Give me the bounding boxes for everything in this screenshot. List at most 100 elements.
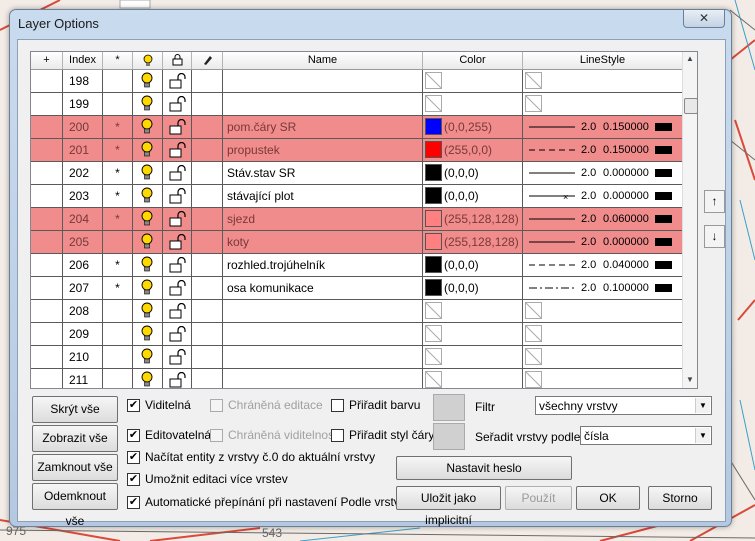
visible-checkbox[interactable]: ✔ Viditelná [127,398,191,412]
color-swatch-empty[interactable] [425,371,442,388]
linestyle-empty[interactable] [525,325,542,342]
layer-color-cell[interactable]: (0,0,0) [423,277,523,299]
layer-linestyle-cell[interactable]: × 2.0 0.000000 [523,185,682,207]
current-marker[interactable] [103,231,133,253]
color-swatch[interactable] [425,233,442,250]
scroll-up-icon[interactable]: ▲ [686,54,694,63]
layer-name[interactable]: koty [223,231,423,253]
lock-toggle[interactable] [163,139,192,161]
row-select-cell[interactable] [31,277,63,299]
layer-linestyle-cell[interactable]: 2.0 0.060000 [523,208,682,230]
current-marker[interactable] [103,93,133,115]
assign-line-checkbox[interactable]: Přiřadit styl čáry [331,428,434,442]
layer-linestyle-cell[interactable]: 2.0 0.000000 [523,231,682,253]
color-swatch-empty[interactable] [425,302,442,319]
lock-toggle[interactable] [163,185,192,207]
current-marker[interactable] [103,369,133,388]
layer-color-cell[interactable] [423,93,523,115]
color-swatch[interactable] [425,210,442,227]
layer-row[interactable]: 204 * sjezd (255,128,128) 2.0 0.060000 [31,208,682,231]
layer-name[interactable]: sjezd [223,208,423,230]
layer-name[interactable] [223,369,423,388]
current-marker[interactable] [103,346,133,368]
visibility-toggle[interactable] [133,300,163,322]
color-swatch-empty[interactable] [425,95,442,112]
header-current[interactable]: * [103,52,133,69]
edit-toggle[interactable] [192,93,223,115]
layer-linestyle-cell[interactable]: 2.0 0.040000 [523,254,682,276]
layer-row[interactable]: 211 [31,369,682,388]
visibility-toggle[interactable] [133,208,163,230]
multi-edit-box[interactable]: ✔ [127,472,140,486]
layer-row[interactable]: 199 [31,93,682,116]
linestyle-empty[interactable] [525,95,542,112]
layer-name[interactable]: rozhled.trojúhelník [223,254,423,276]
layer-linestyle-cell[interactable] [523,300,682,322]
set-password-button[interactable]: Nastavit heslo [396,456,572,480]
layer-color-cell[interactable]: (255,128,128) [423,208,523,230]
row-select-cell[interactable] [31,300,63,322]
layer-linestyle-cell[interactable]: 2.0 0.100000 [523,277,682,299]
assign-color-checkbox[interactable]: Přiřadit barvu [331,398,420,412]
edit-toggle[interactable] [192,139,223,161]
move-layer-up-button[interactable]: ↑ [704,190,725,213]
lock-toggle[interactable] [163,162,192,184]
visibility-toggle[interactable] [133,346,163,368]
row-select-cell[interactable] [31,254,63,276]
edit-toggle[interactable] [192,208,223,230]
visibility-toggle[interactable] [133,139,163,161]
load-entities-checkbox[interactable]: ✔ Načítat entity z vrstvy č.0 do aktuální… [127,450,375,464]
layer-name[interactable] [223,346,423,368]
layer-color-cell[interactable] [423,369,523,388]
multi-edit-checkbox[interactable]: ✔ Umožnit editaci více vrstev [127,472,288,486]
lock-toggle[interactable] [163,369,192,388]
layer-row[interactable]: 210 [31,346,682,369]
visibility-toggle[interactable] [133,231,163,253]
layer-linestyle-cell[interactable]: 2.0 0.150000 [523,139,682,161]
row-select-cell[interactable] [31,208,63,230]
lock-toggle[interactable] [163,208,192,230]
current-marker[interactable] [103,323,133,345]
scroll-thumb[interactable] [684,98,697,114]
layer-color-cell[interactable]: (0,0,0) [423,185,523,207]
filter-select[interactable]: všechny vrstvy ▼ [535,396,712,415]
layer-name[interactable] [223,70,423,92]
edit-toggle[interactable] [192,116,223,138]
layer-row[interactable]: 208 [31,300,682,323]
color-swatch-empty[interactable] [425,325,442,342]
color-swatch[interactable] [425,118,442,135]
layer-row[interactable]: 205 koty (255,128,128) 2.0 0.000000 [31,231,682,254]
assign-color-box[interactable] [331,398,344,412]
lock-toggle[interactable] [163,93,192,115]
current-marker[interactable]: * [103,185,133,207]
row-select-cell[interactable] [31,369,63,388]
header-index[interactable]: Index [63,52,103,69]
layer-color-cell[interactable]: (255,0,0) [423,139,523,161]
layer-linestyle-cell[interactable] [523,323,682,345]
show-all-button[interactable]: Zobrazit vše [32,425,118,452]
header-name[interactable]: Name [223,52,423,69]
layer-linestyle-cell[interactable]: 2.0 0.000000 [523,162,682,184]
current-marker[interactable]: * [103,162,133,184]
row-select-cell[interactable] [31,162,63,184]
current-marker[interactable] [103,300,133,322]
layer-color-cell[interactable] [423,300,523,322]
auto-switch-box[interactable]: ✔ [127,495,140,509]
layer-color-cell[interactable]: (0,0,0) [423,162,523,184]
layer-linestyle-cell[interactable] [523,346,682,368]
save-default-button[interactable]: Uložit jako implicitní [396,486,501,527]
edit-toggle[interactable] [192,185,223,207]
edit-toggle[interactable] [192,323,223,345]
layer-name[interactable]: Stáv.stav SR [223,162,423,184]
lock-toggle[interactable] [163,346,192,368]
visibility-toggle[interactable] [133,323,163,345]
header-linestyle[interactable]: LineStyle [523,52,682,69]
edit-toggle[interactable] [192,162,223,184]
layer-row[interactable]: 209 [31,323,682,346]
edit-toggle[interactable] [192,70,223,92]
color-swatch-empty[interactable] [425,72,442,89]
lock-toggle[interactable] [163,323,192,345]
move-layer-down-button[interactable]: ↓ [704,225,725,248]
assign-line-box[interactable] [331,428,344,442]
close-button[interactable]: ✕ [683,10,725,28]
